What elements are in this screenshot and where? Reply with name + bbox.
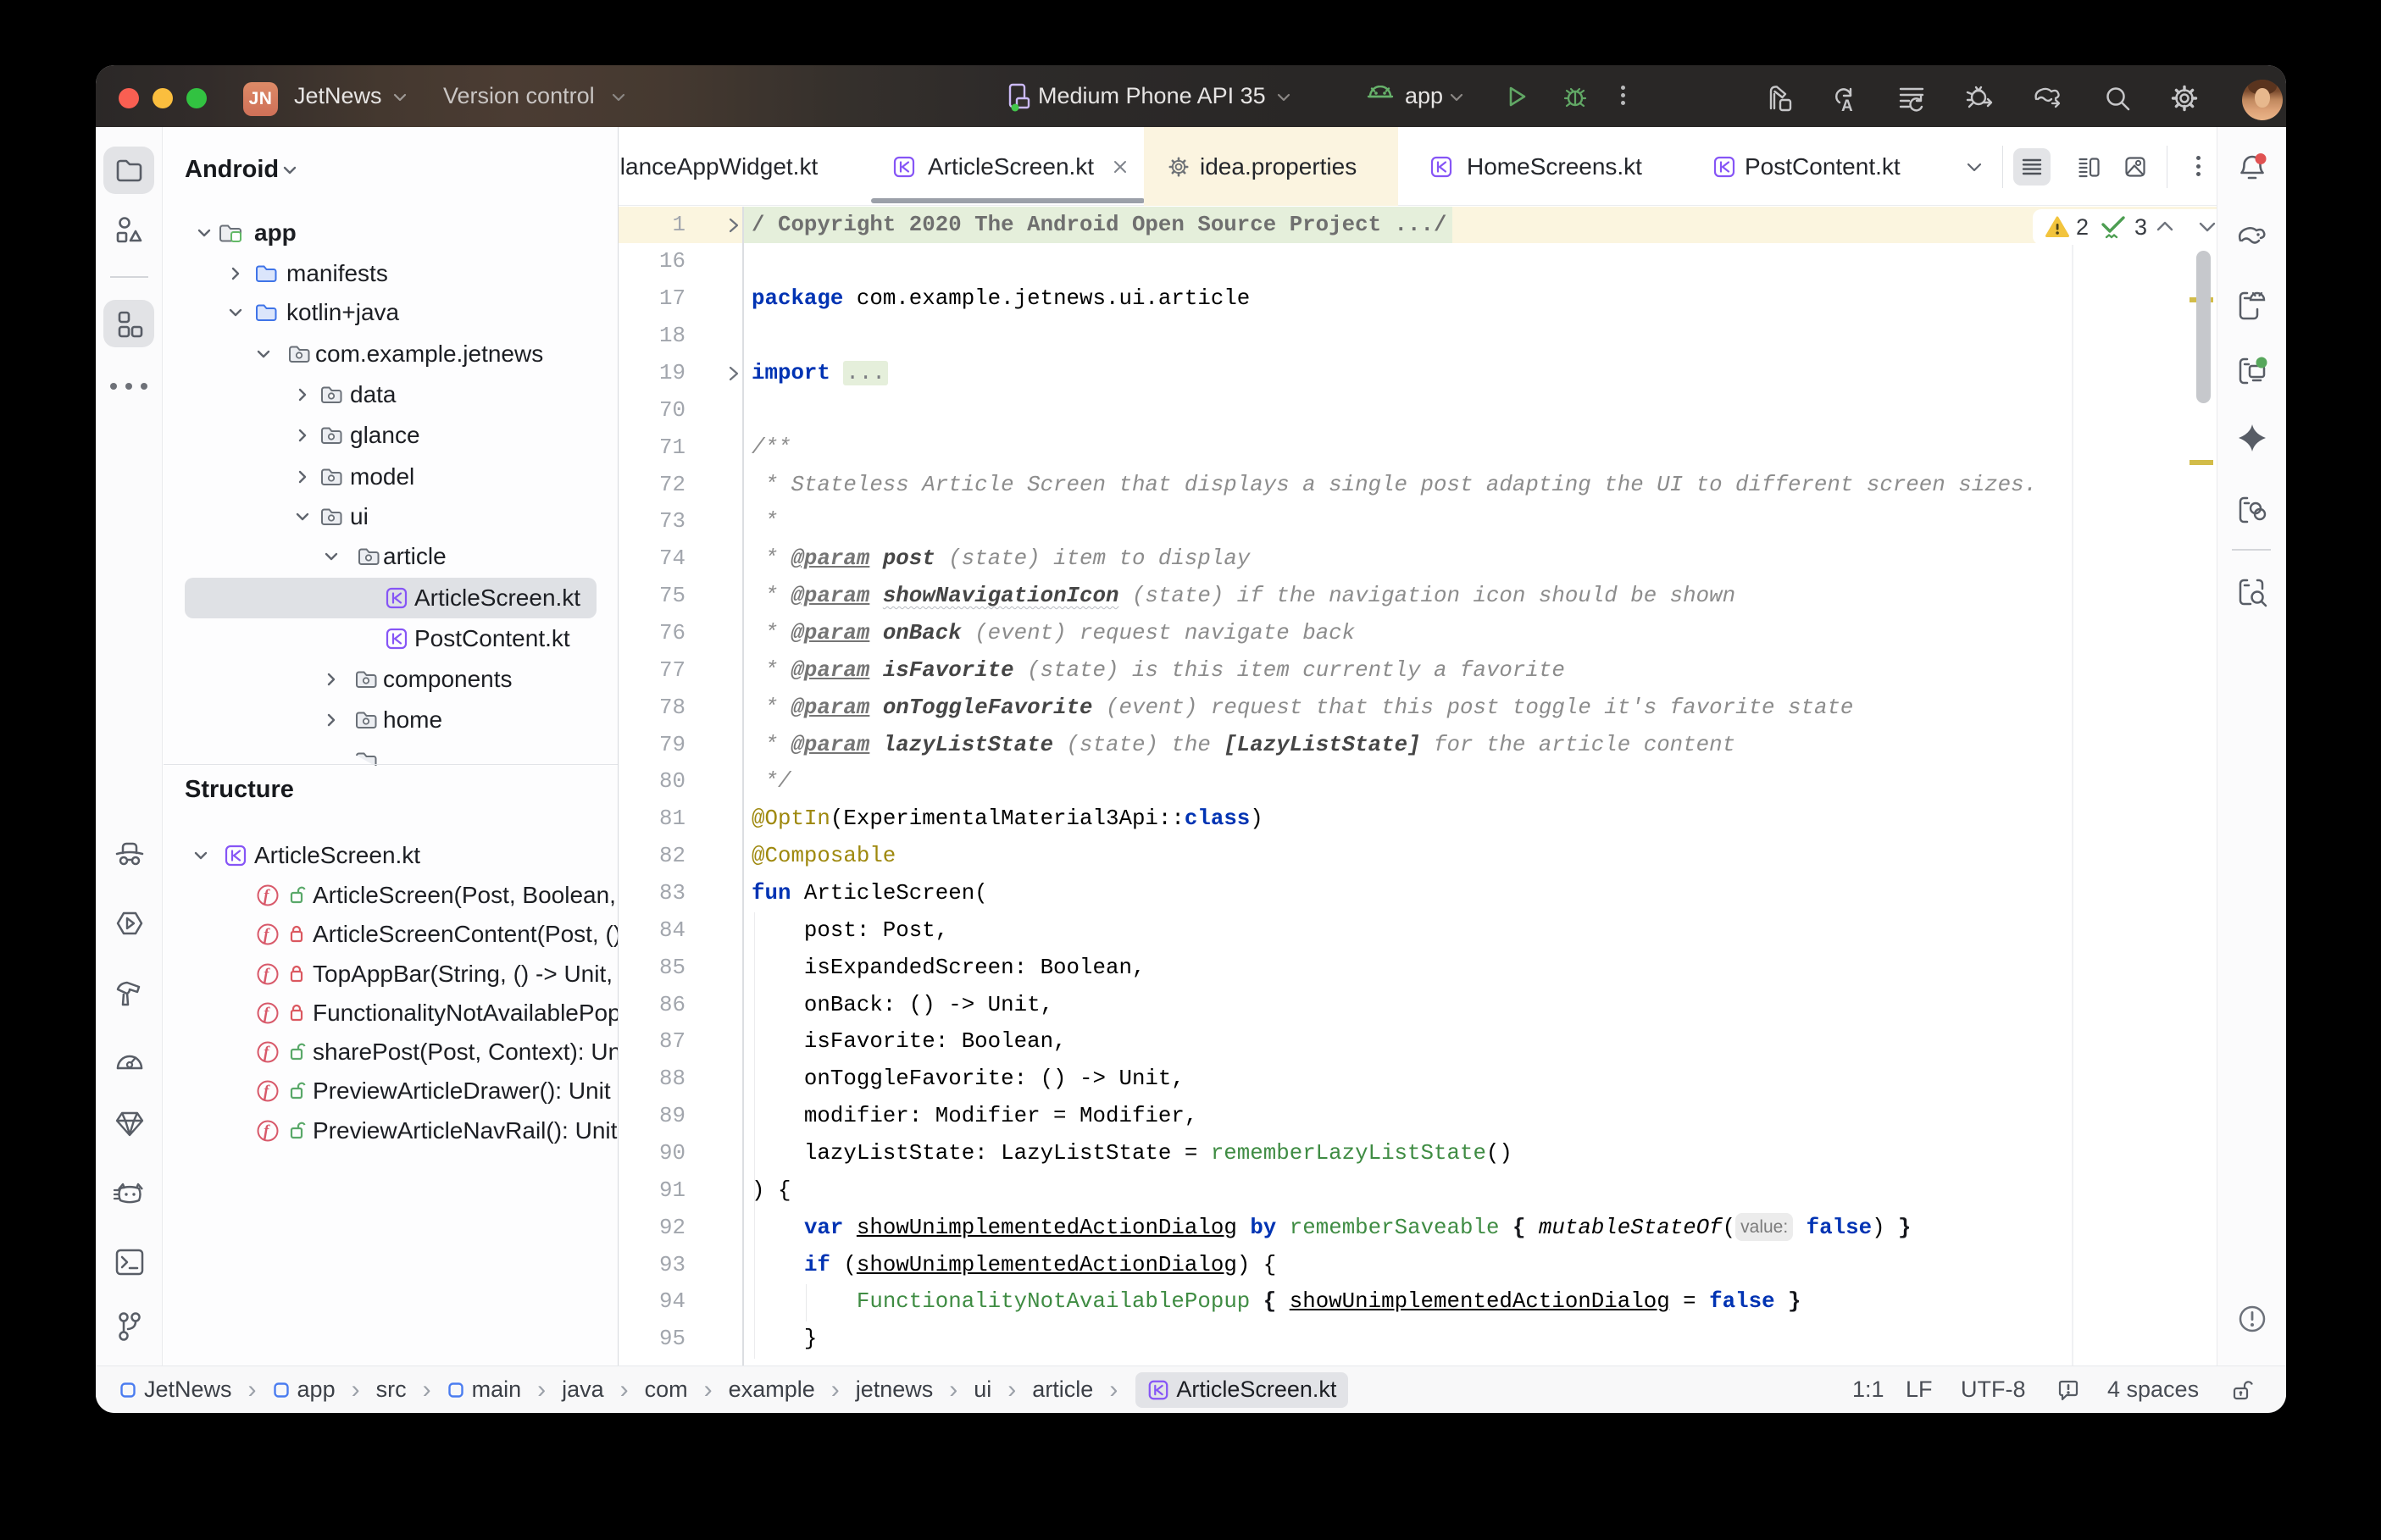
svg-text:f: f — [264, 966, 270, 983]
svg-text:f: f — [264, 887, 270, 905]
svg-text:A: A — [1841, 97, 1853, 114]
svg-text:f: f — [264, 1005, 270, 1022]
svg-text:f: f — [264, 1083, 270, 1100]
svg-text:f: f — [264, 1044, 270, 1061]
svg-text:f: f — [264, 1122, 270, 1140]
svg-text:f: f — [264, 926, 270, 944]
